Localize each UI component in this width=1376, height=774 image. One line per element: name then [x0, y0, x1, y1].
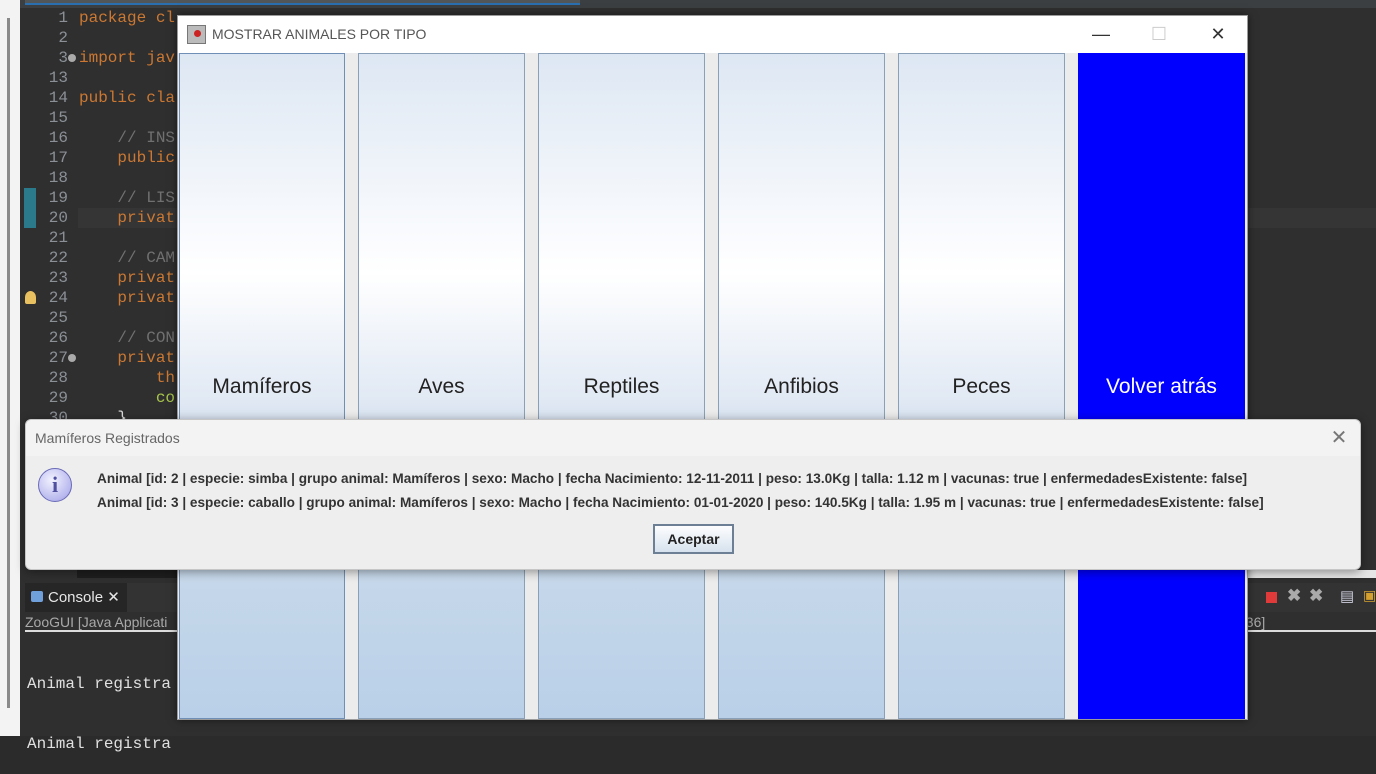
line-number: 23: [48, 269, 68, 287]
expand-fold-icon[interactable]: [68, 54, 76, 62]
code-line: // CAM: [79, 249, 176, 267]
window-title: MOSTRAR ANIMALES POR TIPO: [212, 26, 427, 42]
close-button[interactable]: ✕: [1189, 16, 1247, 53]
line-number: 27: [48, 349, 68, 367]
lock-icon[interactable]: ▣: [1363, 587, 1376, 604]
console-line: Animal registra: [27, 735, 172, 753]
remove-all-icon[interactable]: ✖: [1309, 586, 1323, 606]
console-tab[interactable]: Console ✕: [25, 583, 127, 612]
dialog-title: Mamíferos Registrados: [35, 430, 180, 446]
dialog-title-bar[interactable]: Mamíferos Registrados: [26, 420, 1360, 456]
code-line: privat: [79, 269, 176, 287]
aves-button[interactable]: Aves: [358, 53, 525, 719]
line-number: 22: [48, 249, 68, 267]
line-number: 14: [48, 89, 68, 107]
animal-record: Animal [id: 2 | especie: simba | grupo a…: [97, 471, 1248, 486]
code-line: privat: [79, 209, 176, 227]
code-line: co: [79, 389, 176, 407]
line-number: 13: [48, 69, 68, 87]
editor-tab-active[interactable]: [25, 0, 580, 5]
close-icon[interactable]: ✕: [107, 589, 120, 606]
line-number: 15: [48, 109, 68, 127]
terminate-icon[interactable]: [1266, 592, 1277, 603]
info-icon: i: [38, 468, 72, 502]
code-line: package cl: [79, 9, 176, 27]
code-line: privat: [79, 349, 176, 367]
mamiferos-button[interactable]: Mamíferos: [179, 53, 345, 719]
anfibios-button[interactable]: Anfibios: [718, 53, 885, 719]
code-line: // LIS: [79, 189, 176, 207]
line-number: 17: [48, 149, 68, 167]
code-line: public: [79, 149, 176, 167]
line-number: 26: [48, 329, 68, 347]
code-line: // INS: [79, 129, 176, 147]
console-tab-label: Console: [48, 589, 104, 606]
code-line: th: [79, 369, 176, 387]
animal-record: Animal [id: 3 | especie: caballo | grupo…: [97, 495, 1264, 510]
document-icon[interactable]: ▤: [1340, 587, 1354, 605]
reptiles-button[interactable]: Reptiles: [538, 53, 705, 719]
maximize-button[interactable]: ☐: [1130, 16, 1188, 53]
code-line: public cla: [79, 89, 176, 107]
volver-atras-button[interactable]: Volver atrás: [1078, 53, 1245, 719]
code-line: privat: [79, 289, 176, 307]
warning-lightbulb-icon[interactable]: [25, 291, 36, 304]
console-icon: [31, 591, 43, 602]
line-number: 20: [48, 209, 68, 227]
console-output: Animal registra Animal registra: [27, 634, 171, 774]
line-number: 3: [58, 49, 68, 67]
minimize-button[interactable]: —: [1072, 16, 1130, 53]
console-line: Animal registra: [27, 675, 172, 693]
peces-button[interactable]: Peces: [898, 53, 1065, 719]
window-title-bar[interactable]: MOSTRAR ANIMALES POR TIPO — ☐ ✕: [178, 16, 1247, 53]
line-number: 28: [48, 369, 68, 387]
editor-tab-bar: [20, 0, 1376, 8]
collapse-fold-icon[interactable]: [68, 354, 76, 362]
animal-type-window: MOSTRAR ANIMALES POR TIPO — ☐ ✕ Mamífero…: [177, 15, 1248, 720]
line-number: 19: [48, 189, 68, 207]
code-line: import jav: [79, 49, 176, 67]
code-line: // CON: [79, 329, 176, 347]
line-number: 18: [48, 169, 68, 187]
java-app-icon: [187, 25, 206, 44]
aceptar-button[interactable]: Aceptar: [653, 524, 734, 554]
line-number: 1: [58, 9, 68, 27]
line-number: 29: [48, 389, 68, 407]
line-number: 25: [48, 309, 68, 327]
line-number: 16: [48, 129, 68, 147]
dialog-close-button[interactable]: ✕: [1324, 420, 1354, 456]
line-number: 2: [58, 29, 68, 47]
mamiferos-dialog: Mamíferos Registrados ✕ i Animal [id: 2 …: [25, 419, 1361, 570]
remove-launch-icon[interactable]: ✖: [1287, 586, 1301, 606]
line-number: 24: [48, 289, 68, 307]
line-number: 21: [48, 229, 68, 247]
